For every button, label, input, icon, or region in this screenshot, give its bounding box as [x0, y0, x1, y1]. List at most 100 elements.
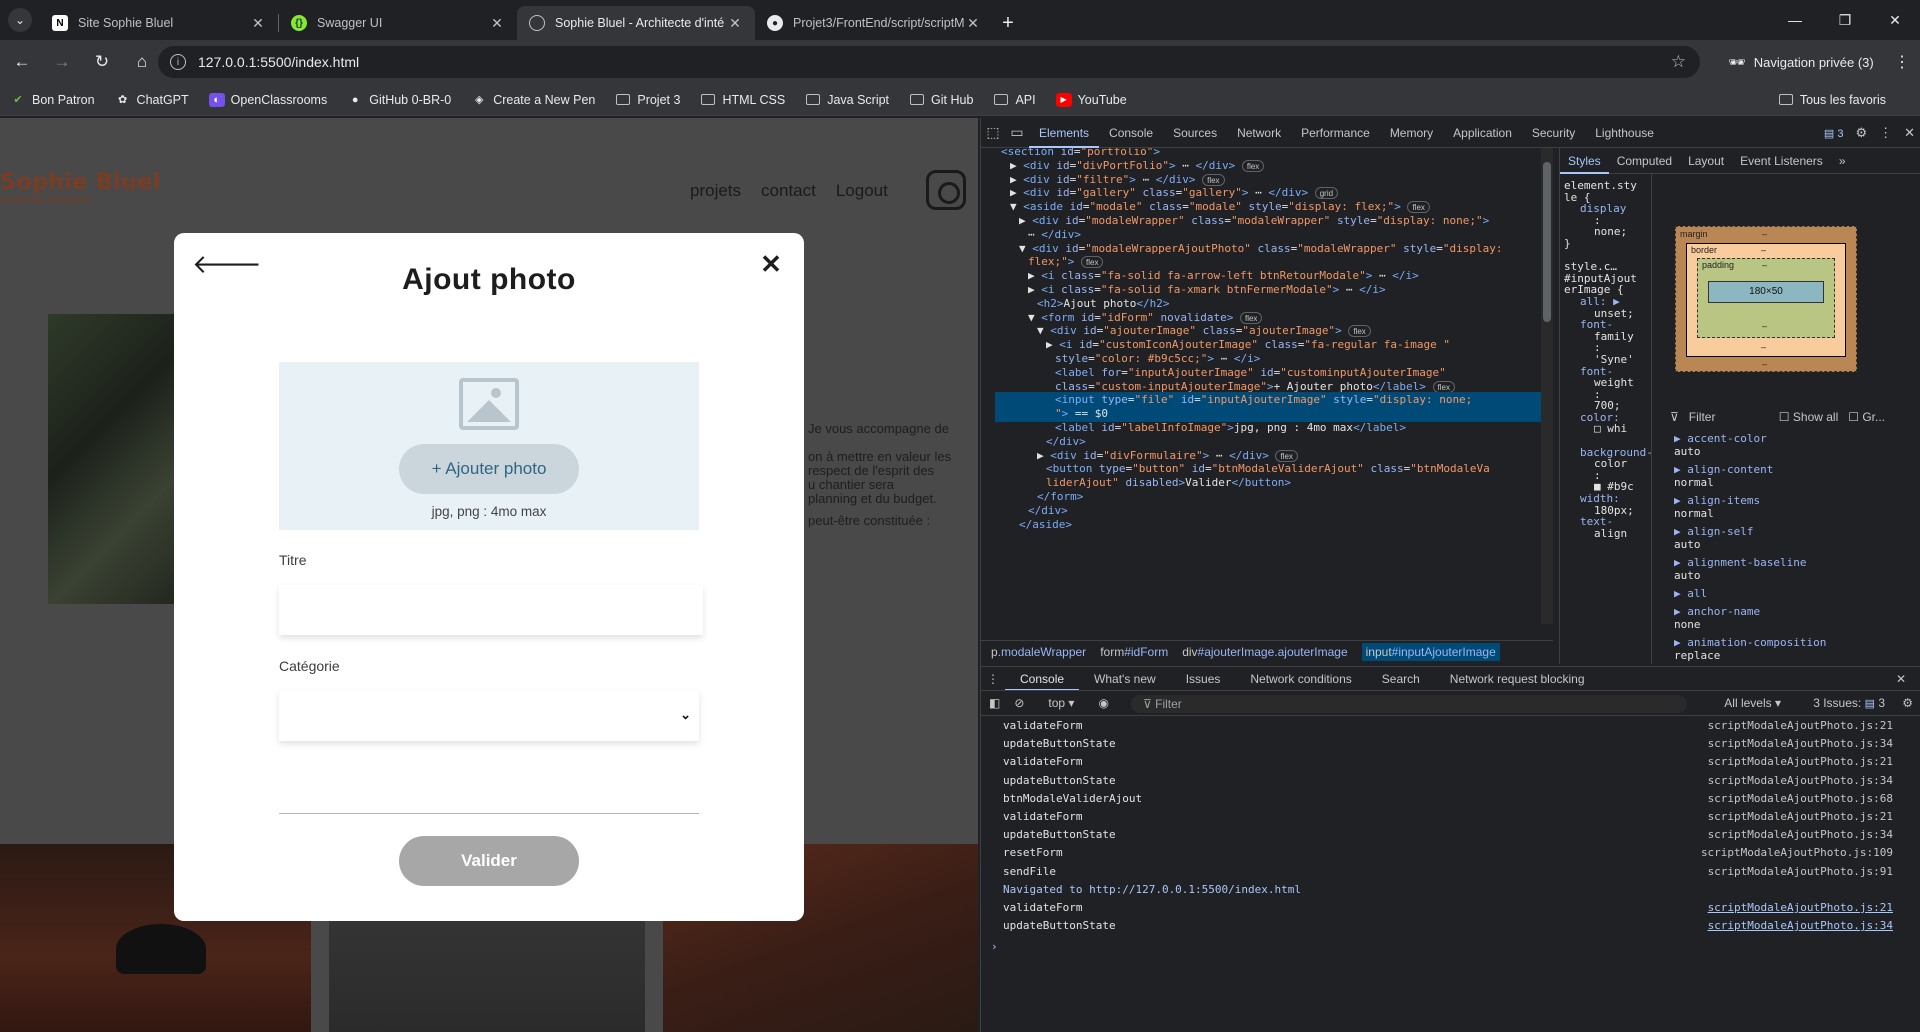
- dom-tree[interactable]: <section id="portfolio"> ▶ <div id="divPo…: [995, 148, 1543, 624]
- tab-performance[interactable]: Performance: [1291, 118, 1380, 148]
- close-tab-icon[interactable]: ✕: [489, 15, 505, 32]
- bookmark-codepen[interactable]: ◈ Create a New Pen: [471, 93, 595, 107]
- tab-event-listeners[interactable]: Event Listeners: [1732, 148, 1831, 174]
- computed-property[interactable]: ▶ animation-composition replace: [1660, 636, 1920, 662]
- group-checkbox[interactable]: ☐ Gr...: [1848, 410, 1885, 424]
- context-selector[interactable]: top ▾: [1048, 696, 1074, 710]
- tab-sources[interactable]: Sources: [1163, 118, 1227, 148]
- drawer-tab-search[interactable]: Search: [1367, 667, 1435, 691]
- live-expression-eye-icon[interactable]: ◉: [1098, 696, 1108, 710]
- nav-link-contact[interactable]: contact: [761, 181, 816, 201]
- console-source-link[interactable]: scriptModaleAjoutPhoto.js:34: [1708, 917, 1893, 935]
- tab-site-sophie-bluel[interactable]: N Site Sophie Bluel ✕: [40, 6, 278, 40]
- drawer-tab-whats-new[interactable]: What's new: [1079, 667, 1171, 691]
- add-photo-button[interactable]: + Ajouter photo: [399, 444, 579, 494]
- computed-property[interactable]: ▶ align-content normal: [1660, 463, 1920, 489]
- tab-elements[interactable]: Elements: [1029, 118, 1100, 148]
- console-source-link[interactable]: scriptModaleAjoutPhoto.js:91: [1708, 863, 1893, 881]
- drawer-tab-console[interactable]: Console: [1005, 667, 1080, 691]
- computed-property[interactable]: ▶ alignment-baseline auto: [1660, 556, 1920, 582]
- minimize-icon[interactable]: —: [1770, 0, 1820, 40]
- breadcrumb-item[interactable]: input#inputAjouterImage: [1361, 642, 1500, 661]
- forward-arrow-icon[interactable]: →: [44, 44, 80, 80]
- new-tab-button[interactable]: +: [993, 6, 1023, 40]
- computed-filter-input[interactable]: Filter: [1689, 410, 1769, 424]
- tab-swagger-ui[interactable]: {} Swagger UI ✕: [279, 6, 517, 40]
- bookmark-folder-api[interactable]: API: [993, 93, 1036, 107]
- drawer-tab-issues[interactable]: Issues: [1171, 667, 1236, 691]
- site-logo[interactable]: Sophie Bluel Architecte d'intérieur: [0, 170, 161, 206]
- tab-github-projet3[interactable]: ● Projet3/FrontEnd/script/scriptM ✕: [755, 6, 993, 40]
- computed-property[interactable]: ▶ align-self auto: [1660, 525, 1920, 551]
- bookmark-bon-patron[interactable]: ✔ Bon Patron: [10, 93, 94, 107]
- more-tabs-icon[interactable]: »: [1831, 148, 1854, 174]
- console-source-link[interactable]: scriptModaleAjoutPhoto.js:21: [1708, 717, 1893, 735]
- dom-node-line[interactable]: </aside>: [1019, 517, 1072, 533]
- incognito-indicator[interactable]: 🕶 Navigation privée (3): [1718, 46, 1884, 78]
- console-source-link[interactable]: scriptModaleAjoutPhoto.js:34: [1708, 772, 1893, 790]
- computed-property[interactable]: ▶ all: [1660, 587, 1920, 600]
- breadcrumb-item[interactable]: div#ajouterImage.ajouterImage: [1182, 645, 1347, 659]
- sidebar-toggle-icon[interactable]: ◧: [989, 696, 1000, 710]
- tab-sophie-bluel-architecte[interactable]: Sophie Bluel - Architecte d'inté ✕: [517, 6, 755, 40]
- device-toolbar-icon[interactable]: ▭: [1005, 118, 1029, 148]
- drawer-tab-network-request-blocking[interactable]: Network request blocking: [1435, 667, 1600, 691]
- close-tab-icon[interactable]: ✕: [965, 15, 981, 32]
- devtools-menu-icon[interactable]: ⋮: [1879, 125, 1892, 141]
- computed-property[interactable]: ▶ accent-color auto: [1660, 432, 1920, 458]
- console-source-link[interactable]: scriptModaleAjoutPhoto.js:21: [1708, 899, 1893, 917]
- site-info-icon[interactable]: i: [170, 54, 186, 70]
- show-all-checkbox[interactable]: ☐ Show all: [1779, 410, 1838, 424]
- address-bar[interactable]: i 127.0.0.1:5500/index.html ☆: [158, 46, 1700, 78]
- close-tab-icon[interactable]: ✕: [727, 15, 743, 32]
- close-window-icon[interactable]: ✕: [1870, 0, 1920, 40]
- bookmark-chatgpt[interactable]: ✿ ChatGPT: [115, 93, 189, 107]
- tab-console[interactable]: Console: [1099, 118, 1163, 148]
- console-issues-button[interactable]: 3 Issues: ▤ 3: [1813, 696, 1885, 710]
- box-model-content[interactable]: 180×50: [1708, 281, 1824, 303]
- bookmark-github[interactable]: ● GitHub 0-BR-0: [347, 93, 451, 107]
- dom-node-line[interactable]: <label id="labelInfoImage">jpg, png : 4m…: [1055, 420, 1406, 436]
- tab-layout[interactable]: Layout: [1680, 148, 1732, 174]
- bookmark-star-icon[interactable]: ☆: [1671, 52, 1686, 72]
- bookmark-youtube[interactable]: ▶ YouTube: [1055, 92, 1127, 107]
- console-source-link[interactable]: scriptModaleAjoutPhoto.js:21: [1708, 808, 1893, 826]
- bookmark-folder-projet3[interactable]: Projet 3: [615, 93, 680, 107]
- computed-property[interactable]: ▶ anchor-name none: [1660, 605, 1920, 631]
- issues-badge[interactable]: ▤ 3: [1824, 127, 1844, 140]
- restore-icon[interactable]: ❐: [1820, 0, 1870, 40]
- console-source-link[interactable]: scriptModaleAjoutPhoto.js:34: [1708, 826, 1893, 844]
- tab-application[interactable]: Application: [1443, 118, 1522, 148]
- nav-link-logout[interactable]: Logout: [836, 181, 888, 201]
- close-drawer-icon[interactable]: ✕: [1881, 667, 1920, 691]
- tab-memory[interactable]: Memory: [1380, 118, 1443, 148]
- tab-lighthouse[interactable]: Lighthouse: [1585, 118, 1664, 148]
- close-tab-icon[interactable]: ✕: [250, 15, 266, 32]
- category-select[interactable]: ⌄: [279, 691, 699, 741]
- home-icon[interactable]: ⌂: [124, 44, 160, 80]
- bookmark-openclassrooms[interactable]: ◐ OpenClassrooms: [208, 92, 327, 107]
- bookmark-folder-java-script[interactable]: Java Script: [805, 93, 889, 107]
- instagram-icon[interactable]: [926, 170, 966, 210]
- drawer-tab-network-conditions[interactable]: Network conditions: [1235, 667, 1366, 691]
- tab-security[interactable]: Security: [1522, 118, 1585, 148]
- validate-button[interactable]: Valider: [399, 836, 579, 886]
- back-arrow-icon[interactable]: ←: [4, 44, 40, 80]
- dom-tree-scrollbar[interactable]: [1541, 148, 1553, 624]
- tab-computed[interactable]: Computed: [1609, 148, 1680, 174]
- console-filter-input[interactable]: ⊽ Filter: [1131, 695, 1687, 713]
- console-source-link[interactable]: scriptModaleAjoutPhoto.js:34: [1708, 735, 1893, 753]
- dom-node-line[interactable]: ▶ <div id="modaleWrapper" class="modaleW…: [1019, 213, 1489, 229]
- inspect-element-icon[interactable]: ⬚: [981, 118, 1005, 148]
- style-rules[interactable]: element.sty le {display: none;} style.c… #i…: [1560, 174, 1652, 664]
- console-source-link[interactable]: scriptModaleAjoutPhoto.js:21: [1708, 753, 1893, 771]
- console-settings-gear-icon[interactable]: ⚙: [1902, 696, 1913, 710]
- console-message-text[interactable]: Navigated to http://127.0.0.1:5500/index…: [1003, 883, 1301, 896]
- breadcrumb-item[interactable]: form#idForm: [1100, 645, 1168, 659]
- clear-console-icon[interactable]: ⊘: [1014, 696, 1024, 710]
- close-devtools-icon[interactable]: ✕: [1904, 125, 1915, 141]
- all-bookmarks-button[interactable]: Tous les favoris: [1778, 93, 1886, 107]
- tab-styles[interactable]: Styles: [1560, 148, 1609, 174]
- log-levels-dropdown[interactable]: All levels ▾: [1724, 696, 1781, 710]
- browser-menu-icon[interactable]: ⋮: [1894, 52, 1910, 72]
